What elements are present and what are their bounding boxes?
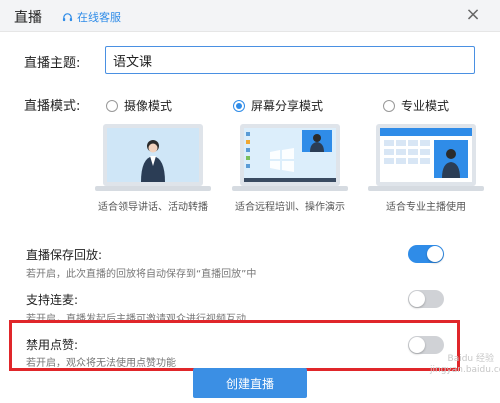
dialog-titlebar: 直播 在线客服 × bbox=[0, 0, 500, 32]
highlight-box bbox=[9, 320, 460, 371]
co-host-toggle[interactable] bbox=[408, 290, 444, 308]
screen-share-mode-caption: 适合远程培训、操作演示 bbox=[235, 202, 345, 213]
mode-option-screen-share[interactable]: 屏幕分享模式 bbox=[233, 97, 323, 114]
topic-input[interactable] bbox=[105, 46, 475, 74]
screen-share-mode-preview bbox=[232, 122, 348, 192]
radio-checked-icon[interactable] bbox=[233, 99, 245, 112]
radio-unchecked-icon[interactable] bbox=[383, 99, 395, 112]
close-icon[interactable]: × bbox=[464, 6, 482, 24]
save-replay-title: 直播保存回放: bbox=[26, 248, 103, 262]
headset-icon bbox=[62, 12, 73, 21]
camera-mode-preview bbox=[95, 122, 211, 192]
support-link-label: 在线客服 bbox=[77, 11, 121, 24]
laptop-schedule-illustration bbox=[368, 124, 484, 191]
professional-mode-preview bbox=[368, 122, 484, 192]
camera-mode-caption: 适合领导讲话、活动转播 bbox=[98, 202, 208, 213]
mode-option-professional[interactable]: 专业模式 bbox=[383, 97, 449, 114]
mode-label: 直播模式: bbox=[24, 99, 81, 114]
online-support-link[interactable]: 在线客服 bbox=[62, 9, 121, 25]
radio-unchecked-icon[interactable] bbox=[106, 99, 118, 112]
topic-label: 直播主题: bbox=[24, 56, 81, 71]
toggle-knob bbox=[427, 246, 443, 262]
dialog-title: 直播 bbox=[14, 10, 42, 26]
professional-mode-caption: 适合专业主播使用 bbox=[386, 202, 466, 213]
save-replay-toggle[interactable] bbox=[408, 245, 444, 263]
watermark-line1: Baidu 经验 bbox=[447, 354, 494, 364]
toggle-knob bbox=[409, 291, 425, 307]
mode-option-label: 摄像模式 bbox=[124, 99, 173, 113]
laptop-presenter-illustration bbox=[95, 124, 211, 191]
mode-option-label: 专业模式 bbox=[401, 99, 450, 113]
mode-option-label: 屏幕分享模式 bbox=[251, 99, 324, 113]
watermark: Baidu 经验 jingyan.baidu.com bbox=[430, 354, 500, 376]
watermark-line2: jingyan.baidu.com bbox=[430, 365, 500, 375]
laptop-desktop-illustration bbox=[232, 124, 348, 191]
co-host-title: 支持连麦: bbox=[26, 293, 79, 307]
mode-option-camera[interactable]: 摄像模式 bbox=[106, 97, 172, 114]
save-replay-desc: 若开启，此次直播的回放将自动保存到“直播回放”中 bbox=[26, 269, 257, 280]
create-live-button[interactable]: 创建直播 bbox=[193, 368, 307, 398]
